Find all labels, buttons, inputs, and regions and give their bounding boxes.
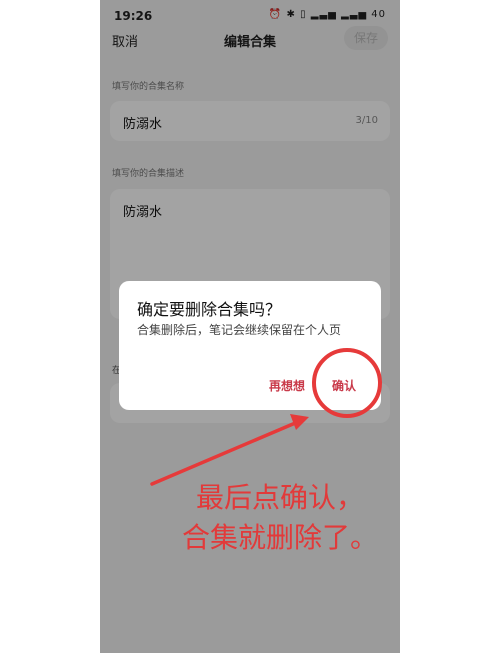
annotation-line-1: 最后点确认，	[195, 481, 364, 514]
annotation-text: 最后点确认， 合集就删除了。	[150, 478, 410, 558]
annotation-line-2: 合集就删除了。	[181, 521, 378, 554]
